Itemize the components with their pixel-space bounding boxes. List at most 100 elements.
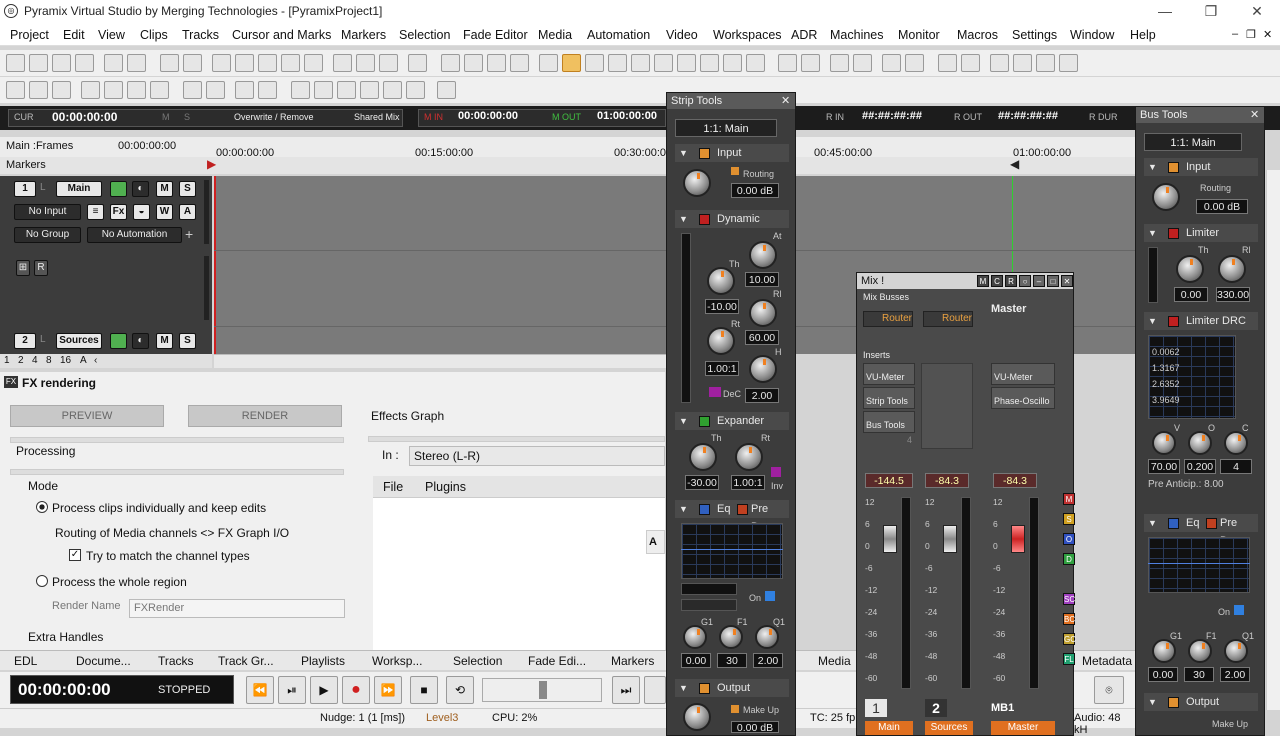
track-d-icon[interactable] — [1013, 54, 1032, 72]
track-e-icon[interactable] — [1036, 54, 1055, 72]
router-button-1[interactable]: Router — [863, 311, 913, 327]
menu-project[interactable]: Project — [10, 28, 49, 42]
nudge-left-icon[interactable] — [81, 81, 100, 99]
output-knob[interactable] — [683, 703, 711, 731]
paste-icon[interactable] — [281, 54, 300, 72]
view-waveform-icon[interactable] — [562, 54, 581, 72]
delete-icon[interactable] — [212, 54, 231, 72]
pre-dyn-led[interactable] — [737, 504, 748, 515]
redo-icon[interactable] — [183, 54, 202, 72]
view-h-icon[interactable] — [700, 54, 719, 72]
bus-output-led[interactable] — [1168, 697, 1179, 708]
eq-q-value[interactable]: 2.00 — [753, 653, 783, 668]
group-f-icon[interactable] — [406, 81, 425, 99]
new-file-icon[interactable] — [6, 54, 25, 72]
tab-media[interactable]: Media — [818, 654, 851, 668]
peak-ch1[interactable]: -144.5 — [865, 473, 913, 488]
track-1-list-icon[interactable]: ≡ — [87, 204, 104, 220]
menu-window[interactable]: Window — [1070, 28, 1114, 42]
strip-channel-select[interactable]: 1:1: Main — [675, 119, 777, 137]
zoom-4[interactable]: 4 — [32, 355, 38, 366]
timeline-scrollbar[interactable] — [214, 354, 666, 368]
pre-anticip-label[interactable]: Pre Anticip.: 8.00 — [1148, 479, 1224, 490]
menu-view[interactable]: View — [98, 28, 125, 42]
bus-eq-curve-display[interactable] — [1148, 537, 1250, 593]
track-b-icon[interactable] — [961, 54, 980, 72]
menu-fade-editor[interactable]: Fade Editor — [463, 28, 528, 42]
group-a-icon[interactable] — [291, 81, 310, 99]
bus-eq-freq-knob[interactable] — [1188, 639, 1212, 663]
bus-eq-q-knob[interactable] — [1224, 639, 1248, 663]
zoom-8[interactable]: 8 — [46, 355, 52, 366]
list-a-icon[interactable] — [778, 54, 797, 72]
expander-threshold-value[interactable]: -30.00 — [685, 475, 719, 490]
drc-led[interactable] — [1168, 316, 1179, 327]
limiter-release-knob[interactable] — [1218, 255, 1246, 283]
bus-pre-dyn-led[interactable] — [1206, 518, 1217, 529]
fx-tool-icon[interactable] — [437, 81, 456, 99]
master-insert-vu-meter[interactable]: VU-Meter — [991, 363, 1055, 385]
menu-automation[interactable]: Automation — [587, 28, 650, 42]
menu-clips[interactable]: Clips — [140, 28, 168, 42]
eq-gain-knob[interactable] — [683, 625, 707, 649]
end-icon[interactable]: ⏭ — [612, 676, 640, 704]
track-1-automation-select[interactable]: No Automation — [87, 227, 182, 243]
menu-workspaces[interactable]: Workspaces — [713, 28, 782, 42]
track-1-name[interactable]: Main — [56, 181, 102, 197]
effects-graph-canvas[interactable] — [373, 498, 665, 650]
inv-led[interactable] — [771, 467, 781, 477]
track-2-name[interactable]: Sources — [56, 333, 102, 349]
preview-button[interactable]: PREVIEW — [10, 405, 164, 427]
collapse-icon[interactable]: ▼ — [679, 210, 688, 228]
limiter-threshold-knob[interactable] — [1176, 255, 1204, 283]
menu-edit[interactable]: Edit — [63, 28, 85, 42]
mixer-m-button[interactable]: M — [977, 275, 989, 287]
track-1-solo-button[interactable]: S — [179, 181, 196, 197]
view-j-icon[interactable] — [746, 54, 765, 72]
eq-led[interactable] — [699, 504, 710, 515]
view-d-icon[interactable] — [608, 54, 627, 72]
side-btn-fl[interactable]: FL — [1063, 653, 1075, 665]
mixer-gear-icon[interactable]: ○ — [1019, 275, 1031, 287]
zoom-back[interactable]: ‹ — [94, 355, 97, 366]
right-scrollbar[interactable] — [1266, 170, 1280, 710]
collapse-icon[interactable]: ▼ — [1148, 693, 1157, 711]
bus-eq-led[interactable] — [1168, 518, 1179, 529]
collapse-icon[interactable]: ▼ — [679, 144, 688, 162]
record-icon[interactable]: ● — [342, 676, 370, 704]
graph-file-menu[interactable]: File — [383, 480, 403, 494]
in-select[interactable]: Stereo (L-R) — [409, 446, 665, 466]
align-b-icon[interactable] — [206, 81, 225, 99]
edit-mode[interactable]: Overwrite / Remove — [234, 112, 314, 122]
input-gain-value[interactable]: 0.00 dB — [731, 183, 779, 198]
tab-edl[interactable]: EDL — [14, 654, 37, 668]
view-a-icon[interactable] — [539, 54, 558, 72]
undo-icon[interactable] — [160, 54, 179, 72]
makeup-led[interactable] — [731, 705, 739, 713]
eq-curve-display[interactable] — [681, 523, 783, 579]
bus-channel-select[interactable]: 1:1: Main — [1144, 133, 1242, 151]
copy-icon[interactable] — [258, 54, 277, 72]
eq-freq-value[interactable]: 30 — [717, 653, 747, 668]
track-1-expand-icon[interactable]: ⊞ — [16, 260, 30, 276]
menu-tracks[interactable]: Tracks — [182, 28, 219, 42]
bus-eq-gain-knob[interactable] — [1152, 639, 1176, 663]
output-led[interactable] — [699, 683, 710, 694]
track-f-icon[interactable] — [1059, 54, 1078, 72]
edit-tool-c-icon[interactable] — [379, 54, 398, 72]
side-btn-gc[interactable]: GC — [1063, 633, 1076, 645]
side-btn-o[interactable]: O — [1063, 533, 1075, 545]
minimize-button[interactable]: — — [1142, 0, 1188, 24]
collapse-icon[interactable]: ▼ — [1148, 224, 1157, 242]
track-1-write-button[interactable]: W — [156, 204, 173, 220]
router-button-2[interactable]: Router — [923, 311, 973, 327]
peak-ch2[interactable]: -84.3 — [925, 473, 969, 488]
collapse-icon[interactable]: ▼ — [1148, 158, 1157, 176]
more-transport-icon[interactable] — [644, 676, 666, 704]
opt1-radio[interactable] — [36, 501, 48, 513]
routing-led[interactable] — [731, 167, 739, 175]
ripple-icon[interactable] — [6, 81, 25, 99]
bus-input-gain[interactable]: 0.00 dB — [1196, 199, 1248, 214]
view-e-icon[interactable] — [631, 54, 650, 72]
cut-icon[interactable] — [235, 54, 254, 72]
